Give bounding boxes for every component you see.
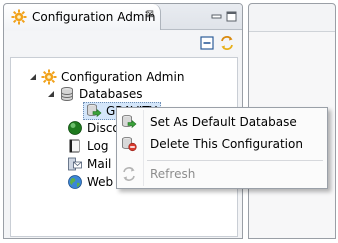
maximize-icon[interactable] — [226, 11, 237, 22]
tree-node-web[interactable]: Web — [11, 173, 121, 191]
gear-sun-icon — [41, 69, 57, 85]
log-book-icon — [69, 139, 80, 153]
mail-server-icon — [68, 157, 82, 171]
expand-arrow-icon[interactable] — [47, 90, 55, 98]
collapse-all-icon[interactable] — [199, 35, 215, 51]
database-arrow-icon — [87, 103, 102, 118]
sync-link-icon[interactable] — [219, 35, 235, 51]
tree-node-label: Databases — [79, 87, 143, 101]
green-circle-icon — [68, 121, 82, 135]
menu-item-label: Set As Default Database — [150, 115, 297, 129]
globe-icon — [68, 175, 82, 189]
tab-configuration-admin[interactable]: Configuration Admin ⊠ — [4, 4, 161, 30]
tree-node-label: Log — [87, 139, 109, 153]
tree-node-log[interactable]: Log — [11, 137, 121, 155]
expand-arrow-icon[interactable] — [29, 73, 37, 81]
delete-config-icon — [122, 136, 137, 152]
tree-node-databases[interactable]: Databases — [11, 85, 231, 103]
tree-node-discovery[interactable]: Discovery — [11, 119, 146, 137]
view-tab-bar: Configuration Admin ⊠ — [4, 4, 242, 30]
tab-title: Configuration Admin — [32, 10, 156, 24]
set-default-db-icon — [122, 114, 137, 129]
tree-node-label: Configuration Admin — [61, 70, 185, 84]
menu-item-label: Refresh — [150, 167, 196, 181]
menu-item-label: Delete This Configuration — [150, 137, 303, 151]
context-menu: Set As Default Database Delete This Conf… — [116, 107, 328, 189]
database-stack-icon — [61, 87, 73, 101]
view-toolbar — [4, 31, 242, 55]
menu-item-refresh[interactable]: Refresh — [117, 163, 327, 185]
menu-item-delete-this-configuration[interactable]: Delete This Configuration — [117, 133, 327, 155]
tree-node-configuration-admin[interactable]: Configuration Admin — [11, 68, 231, 86]
minimize-icon[interactable] — [211, 11, 222, 22]
menu-item-set-as-default-database[interactable]: Set As Default Database — [117, 111, 327, 133]
refresh-icon — [123, 167, 135, 181]
tree-node-mail-server[interactable]: Mail S — [11, 155, 123, 173]
gear-sun-icon — [11, 9, 27, 25]
menu-separator — [147, 160, 323, 161]
tree-node-label: Web — [87, 175, 114, 189]
tab-close-icon[interactable]: ⊠ — [144, 9, 156, 21]
